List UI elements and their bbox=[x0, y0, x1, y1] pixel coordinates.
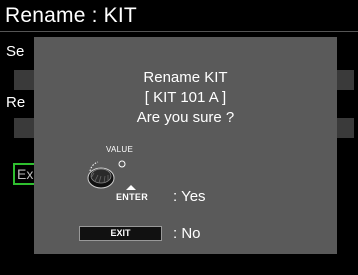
enter-button[interactable]: ENTER bbox=[116, 192, 148, 202]
field-label-1: Se bbox=[6, 43, 25, 60]
field-label-2: Re bbox=[6, 94, 26, 111]
value-knob[interactable]: VALUE bbox=[84, 145, 154, 195]
value-knob-icon bbox=[87, 160, 126, 189]
page-title: Rename : KIT bbox=[5, 4, 137, 27]
dialog-line-1: Rename KIT bbox=[143, 69, 228, 86]
confirm-dialog: Rename KIT [ KIT 101 A ] Are you sure ? … bbox=[34, 37, 337, 254]
yes-option: : Yes bbox=[173, 188, 206, 205]
enter-arrow-icon bbox=[126, 185, 136, 190]
dialog-kit-name: [ KIT 101 A ] bbox=[144, 89, 227, 106]
exit-button[interactable]: EXIT bbox=[79, 226, 162, 241]
title-divider bbox=[0, 31, 358, 32]
dialog-question: Are you sure ? bbox=[136, 109, 235, 126]
rename-kit-screen: Rename : KIT Se Re Ex Rename KIT [ KIT 1… bbox=[0, 0, 358, 275]
no-option: : No bbox=[173, 225, 201, 242]
